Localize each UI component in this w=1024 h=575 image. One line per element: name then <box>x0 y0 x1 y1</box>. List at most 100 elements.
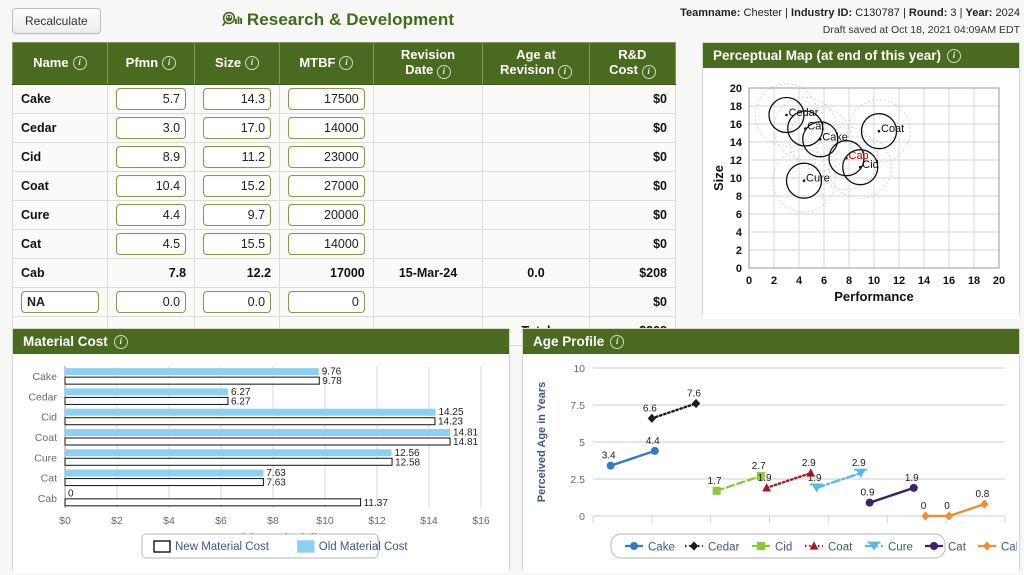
cell-size[interactable]: 15.2 <box>194 170 281 201</box>
svg-text:7.63: 7.63 <box>266 478 286 489</box>
col-header-name[interactable]: Name i <box>12 42 108 85</box>
svg-text:Cid: Cid <box>775 542 792 554</box>
info-icon[interactable]: i <box>610 334 625 349</box>
cell-mtbf[interactable]: 23000 <box>279 141 374 172</box>
rd-page: Recalculate Research & Development Teamn… <box>0 0 1024 575</box>
svg-text:0: 0 <box>944 501 950 512</box>
svg-text:3.4: 3.4 <box>602 451 616 462</box>
cell-size[interactable]: 14.3 <box>194 83 281 114</box>
info-icon[interactable]: i <box>557 64 572 79</box>
cell-mtbf[interactable]: 14000 <box>279 228 374 259</box>
info-icon[interactable]: i <box>339 56 354 71</box>
col-header-revision-date[interactable]: Revision Date i <box>372 42 484 85</box>
cell-pfmn[interactable]: 0.0 <box>106 286 196 317</box>
cell-pfmn: 7.8 <box>106 257 196 288</box>
cell-size[interactable]: 15.5 <box>194 228 281 259</box>
info-icon[interactable]: i <box>641 64 656 79</box>
info-icon[interactable]: i <box>245 56 260 71</box>
col-header-size[interactable]: Size i <box>194 42 281 85</box>
info-icon[interactable]: i <box>436 64 451 79</box>
svg-text:2.5: 2.5 <box>570 474 585 486</box>
product-name-input[interactable]: NA <box>21 290 99 313</box>
cell-pfmn[interactable]: 4.5 <box>106 228 196 259</box>
mtbf-input[interactable]: 23000 <box>288 145 365 168</box>
cell-name: Cedar <box>12 112 108 143</box>
pfmn-input[interactable]: 8.9 <box>115 145 187 168</box>
pfmn-input[interactable]: 0.0 <box>115 290 187 313</box>
round-label: Round: <box>908 7 948 19</box>
col-header-mtbf[interactable]: MTBF i <box>279 42 374 85</box>
pfmn-input[interactable]: 4.5 <box>115 232 187 255</box>
cell-pfmn[interactable]: 3.0 <box>106 112 196 143</box>
pfmn-input[interactable]: 5.7 <box>115 87 187 110</box>
page-title-text: Research & Development <box>246 10 455 29</box>
info-icon[interactable]: i <box>72 56 87 71</box>
age-profile-panel: Age Profile i 0 2.5 5 7.5 10 Perceived Age in… <box>522 328 1022 573</box>
teamname-value: Chester <box>743 7 783 19</box>
svg-text:$6: $6 <box>215 515 227 527</box>
cell-mtbf[interactable]: 20000 <box>279 199 374 230</box>
cell-pfmn[interactable]: 10.4 <box>106 170 196 201</box>
col-header-age-at-revision[interactable]: Age at Revision i <box>482 42 590 85</box>
cell-mtbf[interactable]: 17500 <box>279 83 374 114</box>
cell-revision-date <box>372 199 484 230</box>
cell-mtbf[interactable]: 0 <box>279 286 374 317</box>
mtbf-input[interactable]: 17500 <box>288 87 365 110</box>
mtbf-input[interactable]: 14000 <box>288 232 365 255</box>
cell-pfmn[interactable]: 4.4 <box>106 199 196 230</box>
svg-text:6: 6 <box>821 275 827 287</box>
svg-text:0.8: 0.8 <box>975 489 989 500</box>
cell-mtbf[interactable]: 27000 <box>279 170 374 201</box>
size-input[interactable]: 17.0 <box>203 116 272 139</box>
size-input[interactable]: 14.3 <box>203 87 272 110</box>
info-icon[interactable]: i <box>113 334 128 349</box>
pfmn-input[interactable]: 3.0 <box>115 116 187 139</box>
size-input[interactable]: 15.2 <box>203 174 272 197</box>
svg-text:1.9: 1.9 <box>758 473 772 484</box>
cell-size[interactable]: 0.0 <box>194 286 281 317</box>
svg-text:20: 20 <box>730 83 742 95</box>
cell-name[interactable]: NA <box>12 286 108 317</box>
cell-size[interactable]: 17.0 <box>194 112 281 143</box>
svg-text:Cat: Cat <box>948 542 967 554</box>
cell-pfmn[interactable]: 5.7 <box>106 83 196 114</box>
pfmn-input[interactable]: 4.4 <box>115 203 187 226</box>
cell-name: Cab <box>12 257 108 288</box>
size-input[interactable]: 0.0 <box>203 290 272 313</box>
cell-rd-cost: $0 <box>588 228 677 259</box>
svg-text:14: 14 <box>730 137 743 149</box>
mtbf-input[interactable]: 14000 <box>288 116 365 139</box>
year-value: 2024 <box>995 7 1020 19</box>
size-input[interactable]: 11.2 <box>203 145 272 168</box>
info-icon[interactable]: i <box>947 48 962 63</box>
page-title: Research & Development <box>0 10 676 34</box>
cell-revision-date: 15-Mar-24 <box>372 257 484 288</box>
svg-text:8: 8 <box>846 275 852 287</box>
svg-text:Cab: Cab <box>1001 542 1017 554</box>
svg-text:10: 10 <box>573 363 585 375</box>
col-header-pfmn[interactable]: Pfmn i <box>106 42 196 85</box>
svg-text:Old Material Cost: Old Material Cost <box>319 541 409 553</box>
cell-pfmn[interactable]: 8.9 <box>106 141 196 172</box>
info-icon[interactable]: i <box>162 56 177 71</box>
research-development-icon <box>221 11 242 29</box>
cell-size[interactable]: 11.2 <box>194 141 281 172</box>
sep-3: | <box>959 7 963 19</box>
svg-text:1.9: 1.9 <box>905 473 919 484</box>
cell-rd-cost: $0 <box>588 286 677 317</box>
mtbf-input[interactable]: 27000 <box>288 174 365 197</box>
col-header-rd-cost[interactable]: R&D Cost i <box>588 42 677 85</box>
svg-text:18: 18 <box>968 275 980 287</box>
svg-text:20: 20 <box>993 275 1005 287</box>
size-input[interactable]: 15.5 <box>203 232 272 255</box>
cell-name: Cid <box>12 141 108 172</box>
mtbf-input[interactable]: 0 <box>288 290 365 313</box>
mtbf-input[interactable]: 20000 <box>288 203 365 226</box>
cell-mtbf[interactable]: 14000 <box>279 112 374 143</box>
svg-text:4: 4 <box>796 275 803 287</box>
size-input[interactable]: 9.7 <box>203 203 272 226</box>
cell-size[interactable]: 9.7 <box>194 199 281 230</box>
year-label: Year: <box>965 7 993 19</box>
pfmn-input[interactable]: 10.4 <box>115 174 187 197</box>
svg-text:12: 12 <box>730 155 742 167</box>
